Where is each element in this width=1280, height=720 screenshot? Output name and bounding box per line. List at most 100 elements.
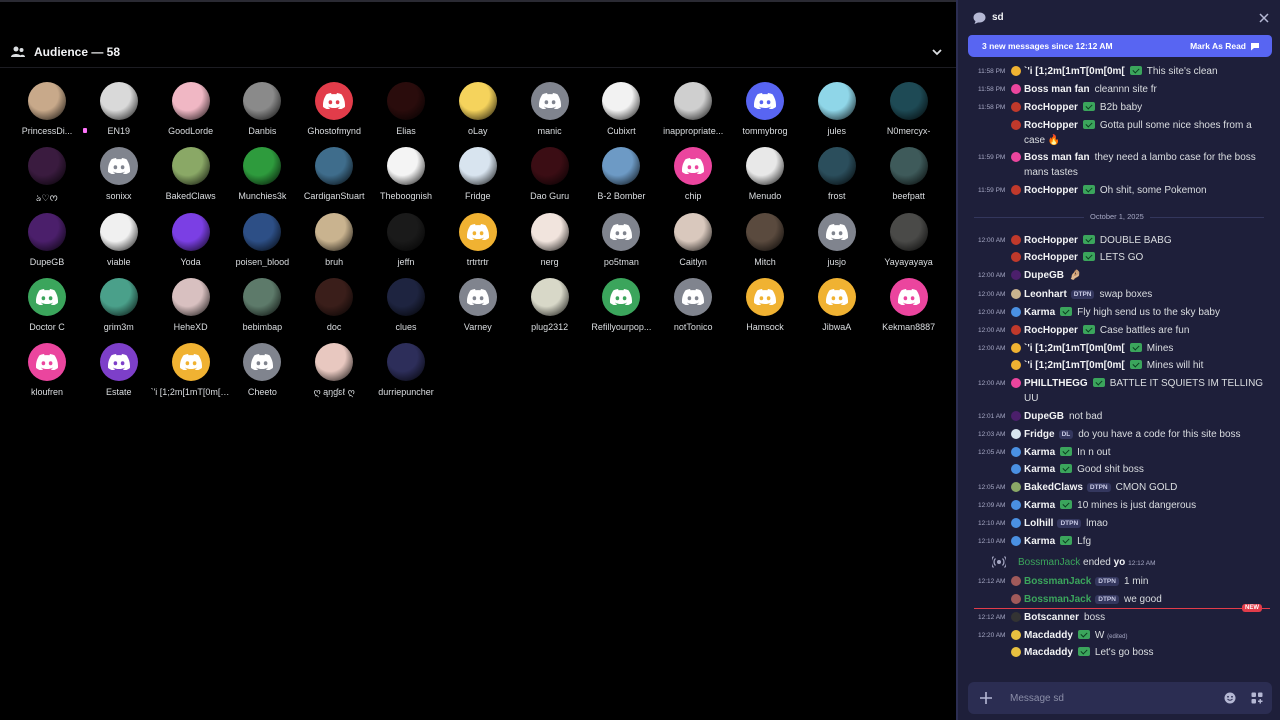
audience-member[interactable]: JibwaA [801,277,873,340]
message-username[interactable]: RocHopper LETS GO [1024,252,1143,263]
message-avatar[interactable] [1011,343,1021,353]
chat-message[interactable]: 12:00 AM `'i [1;2m[1mT[0m[0m[Mines [958,342,1280,360]
audience-member[interactable]: Kekman8887 [873,277,945,340]
username-text[interactable]: BossmanJack [1024,576,1091,587]
chat-message[interactable]: 12:10 AM Karma Lfg [958,535,1280,553]
avatar[interactable] [171,277,210,316]
audience-member[interactable]: bebimbap [226,277,298,340]
audience-member[interactable]: BakedClaws [155,147,227,209]
server-tag[interactable]: DTPN [1095,577,1119,586]
username-text[interactable]: RocHopper [1024,252,1078,263]
avatar[interactable] [530,147,569,186]
avatar[interactable] [243,343,282,382]
avatar[interactable] [171,343,210,382]
avatar[interactable] [28,277,66,316]
audience-member[interactable]: beefpatt [873,147,945,209]
audience-member[interactable]: Varney [442,277,514,340]
avatar[interactable] [28,147,66,186]
audience-member[interactable]: Ghostofmynd [298,82,370,144]
server-tag[interactable]: DTPN [1057,519,1082,528]
message-username[interactable]: Macdaddy Let's go boss [1024,647,1154,658]
message-avatar[interactable] [1011,576,1021,586]
avatar[interactable] [458,147,497,186]
avatar[interactable] [387,343,425,382]
message-username[interactable]: Karma 10 mines is just dangerous [1024,500,1196,511]
username-text[interactable]: BossmanJack [1024,594,1091,605]
message-avatar[interactable] [1011,429,1021,439]
audience-member[interactable]: ঌ♡ᰔ [11,147,83,209]
message-avatar[interactable] [1011,411,1021,421]
audience-member[interactable]: sonixx [83,147,155,209]
chat-message[interactable]: RocHopper Gotta pull some nice shoes from… [958,119,1280,151]
server-tag[interactable]: DTPN [1086,483,1111,492]
chat-message[interactable]: 12:00 AM RocHopper Case battles are fun [958,324,1280,342]
avatar[interactable] [99,212,138,251]
message-username[interactable]: Leonhart DTPN swap boxes [1024,289,1152,300]
avatar[interactable] [889,82,928,120]
audience-member[interactable]: Refillyourpop... [585,277,657,340]
audience-member[interactable]: Mitch [729,212,801,275]
chat-message[interactable]: `'i [1;2m[1mT[0m[0m[Mines will hit [958,359,1280,377]
audience-member[interactable]: poisen_blood [226,212,298,275]
username-text[interactable]: Karma [1024,500,1055,511]
chat-message[interactable]: 12:10 AM Lolhill DTPN lmao [958,517,1280,535]
message-username[interactable]: Macdaddy W (edited) [1024,630,1127,641]
avatar[interactable] [817,212,856,251]
chat-message[interactable]: 12:00 AM RocHopper DOUBLE BABG [958,234,1280,252]
chat-message[interactable]: 11:58 PM `'i [1;2m[1mT[0m[0m[This site's … [958,65,1280,83]
audience-member[interactable]: Hamsock [729,277,801,340]
audience-member[interactable]: Menudo [729,147,801,209]
chat-message[interactable]: 12:00 AM Leonhart DTPN swap boxes [958,288,1280,306]
message-username[interactable]: RocHopper B2b baby [1024,102,1142,113]
new-messages-banner[interactable]: 3 new messages since 12:12 AM Mark As Re… [968,35,1272,57]
avatar[interactable] [99,343,138,382]
message-username[interactable]: Boss man fan cleannn site fr [1024,84,1157,95]
avatar[interactable] [387,277,425,316]
message-avatar[interactable] [1011,378,1021,388]
message-avatar[interactable] [1011,594,1021,604]
message-avatar[interactable] [1011,270,1021,280]
audience-member[interactable]: Estate [83,343,155,405]
audience-member[interactable]: viable [83,212,155,275]
chat-message[interactable]: Macdaddy Let's go boss [958,646,1280,664]
audience-member[interactable]: DupeGB [11,212,83,275]
mark-as-read-button[interactable]: Mark As Read [1190,41,1260,51]
avatar[interactable] [99,147,138,186]
avatar[interactable] [387,82,425,120]
avatar[interactable] [315,147,354,186]
audience-member[interactable]: Danbis [226,82,298,144]
audience-member[interactable]: CardiganStuart [298,147,370,209]
audience-member[interactable]: Yoda [155,212,227,275]
message-avatar[interactable] [1011,500,1021,510]
message-username[interactable]: Karma Lfg [1024,536,1091,547]
username-text[interactable]: `'i [1;2m[1mT[0m[0m[ [1024,360,1125,371]
avatar[interactable] [746,147,784,186]
username-text[interactable]: Karma [1024,536,1055,547]
username-text[interactable]: PHILLTHEGG [1024,378,1088,389]
chevron-down-icon[interactable] [930,45,944,59]
username-text[interactable]: Macdaddy [1024,647,1073,658]
apps-icon[interactable] [1251,692,1263,704]
audience-member[interactable]: Theboognish [370,147,442,209]
avatar[interactable] [315,82,354,120]
audience-header[interactable]: Audience — 58 [0,36,956,68]
audience-member[interactable]: kloufren [11,343,83,405]
avatar[interactable] [243,212,282,251]
emoji-icon[interactable] [1224,692,1236,704]
avatar[interactable] [458,277,497,316]
message-username[interactable]: BakedClaws DTPN CMON GOLD [1024,482,1177,493]
chat-message[interactable]: 12:01 AM DupeGB not bad [958,410,1280,428]
message-username[interactable]: Fridge DL do you have a code for this site… [1024,429,1241,440]
username-text[interactable]: RocHopper [1024,102,1078,113]
avatar[interactable] [674,147,713,186]
audience-member[interactable]: Munchies3k [226,147,298,209]
username-text[interactable]: Karma [1024,464,1055,475]
audience-member[interactable]: Cheeto [226,343,298,405]
username-text[interactable]: BakedClaws [1024,482,1083,493]
avatar[interactable] [889,212,928,251]
avatar[interactable] [387,212,425,251]
message-avatar[interactable] [1011,185,1021,195]
message-username[interactable]: Karma In n out [1024,447,1111,458]
audience-member[interactable]: chip [657,147,729,209]
message-username[interactable]: Lolhill DTPN lmao [1024,518,1108,529]
